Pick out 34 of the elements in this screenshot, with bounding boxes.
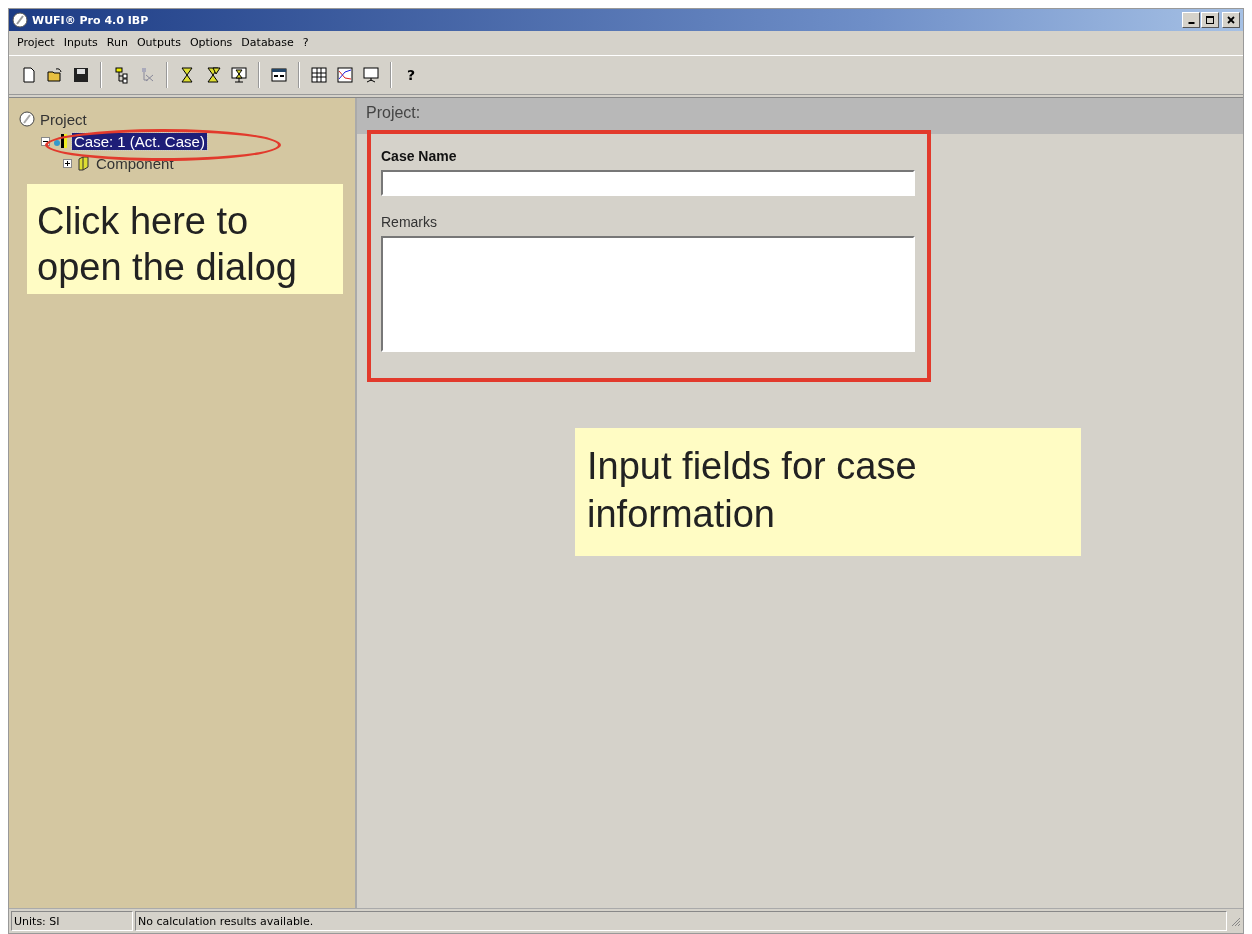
tree-item[interactable]: Case: 1 (Act. Case): [72, 132, 207, 150]
status-panel: No calculation results available.: [135, 911, 1227, 931]
case-icon: [53, 133, 69, 149]
menu-item[interactable]: ?: [302, 35, 309, 49]
globe-icon: [19, 111, 35, 127]
help-button[interactable]: ?: [399, 63, 423, 87]
menu-item[interactable]: Project: [17, 35, 55, 49]
menu-item[interactable]: Outputs: [136, 35, 181, 49]
menu-item[interactable]: Run: [106, 35, 128, 49]
app-logo-icon: [12, 12, 28, 28]
maximize-icon: [1204, 15, 1216, 25]
callout-note: Click here to open the dialog: [27, 184, 343, 294]
close-button[interactable]: [1222, 12, 1240, 28]
callout-note: Input fields for case information: [575, 428, 1081, 556]
minimize-icon: [1187, 22, 1195, 24]
expand-icon[interactable]: [63, 158, 72, 168]
tree-item[interactable]: Component: [94, 154, 176, 172]
text-area[interactable]: [381, 236, 915, 352]
menu-item[interactable]: Database: [241, 35, 294, 49]
menu-item[interactable]: Inputs: [63, 35, 98, 49]
maximize-button[interactable]: [1201, 12, 1219, 28]
component-icon: [75, 155, 91, 171]
panel-header: Project:: [357, 98, 1243, 134]
tree-item[interactable]: Project: [38, 110, 89, 128]
window-title: WUFI® Pro 4.0 IBP: [32, 13, 149, 27]
status-panel: Units: SI: [11, 911, 133, 931]
close-icon: [1225, 15, 1237, 25]
collapse-icon[interactable]: [41, 136, 50, 146]
resize-grip-icon: [1229, 915, 1241, 927]
menu-item[interactable]: Options: [189, 35, 233, 49]
field-label: Case Name: [381, 148, 458, 164]
field-label: Remarks: [381, 214, 438, 230]
minimize-button[interactable]: [1182, 12, 1200, 28]
input-field[interactable]: [381, 170, 915, 196]
